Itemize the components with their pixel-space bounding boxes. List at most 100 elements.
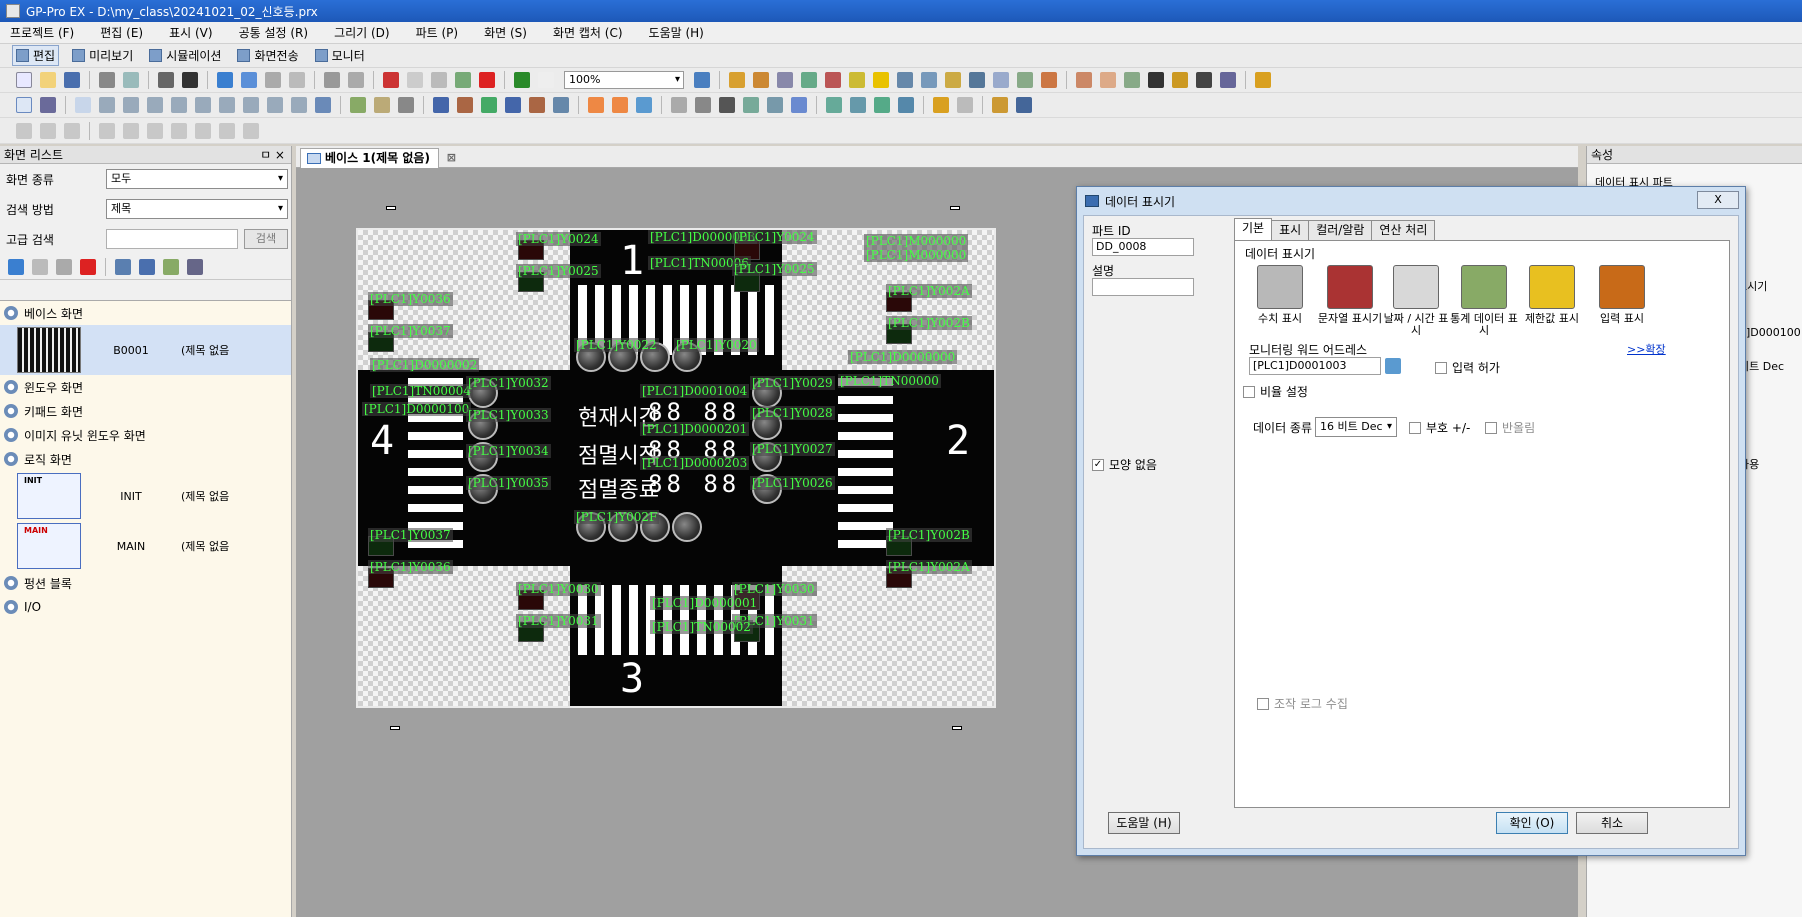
ok-button[interactable]: 확인 (O) — [1496, 812, 1568, 834]
screen-sort-icon[interactable] — [187, 258, 203, 275]
address-label[interactable]: [PLC1]Y0022 — [574, 338, 659, 352]
open-icon[interactable] — [40, 72, 56, 88]
text-icon[interactable] — [40, 97, 56, 113]
monitor-address-input[interactable]: [PLC1]D0001003 — [1249, 357, 1381, 375]
screen-doc-icon[interactable] — [874, 97, 890, 113]
instruction-icon[interactable] — [219, 122, 235, 139]
pointer-icon[interactable] — [933, 97, 949, 113]
resize-handle[interactable] — [950, 206, 960, 210]
address-label[interactable]: [PLC1]D0000100 — [362, 402, 472, 416]
scale-icon[interactable] — [243, 97, 259, 113]
new-icon[interactable] — [16, 72, 32, 88]
paste-screen-icon[interactable] — [56, 258, 72, 275]
dialog-close-button[interactable]: X — [1697, 191, 1739, 209]
menu-project[interactable]: 프로젝트 (F) — [10, 24, 74, 41]
key-icon[interactable] — [849, 72, 865, 88]
picture-icon[interactable] — [1076, 72, 1092, 88]
tools-icon[interactable] — [921, 72, 937, 88]
alarm-part-icon[interactable] — [588, 97, 604, 113]
new-screen-icon[interactable] — [8, 258, 24, 275]
select-icon[interactable] — [16, 97, 32, 113]
cancel-button[interactable]: 취소 — [1576, 812, 1648, 834]
pin-icon[interactable]: ㅁ × — [260, 146, 285, 163]
keypad-icon[interactable] — [671, 97, 687, 113]
screen-new-icon[interactable] — [217, 72, 233, 88]
address-label[interactable]: [PLC1]D0000203 — [640, 456, 750, 470]
address-label[interactable]: [PLC1]Y0030 — [732, 582, 817, 596]
menu-parts[interactable]: 파트 (P) — [416, 24, 459, 41]
tree-function-blocks[interactable]: 펑션 블록 — [0, 571, 291, 595]
log-collect-checkbox[interactable]: 조작 로그 수집 — [1257, 695, 1348, 712]
table-icon[interactable] — [315, 97, 331, 113]
info-icon[interactable] — [873, 72, 889, 88]
search-button[interactable]: 검색 — [244, 229, 288, 249]
video-icon[interactable] — [1100, 72, 1116, 88]
address-label[interactable]: [PLC1]Y0029 — [750, 376, 835, 390]
recipe-icon[interactable] — [993, 72, 1009, 88]
message-icon[interactable] — [612, 97, 628, 113]
address-label[interactable]: [PLC1]Y0025 — [516, 264, 601, 278]
tab-display[interactable]: 표시 — [1271, 220, 1310, 240]
type-limit-display[interactable]: 제한값 표시 — [1517, 265, 1587, 325]
comment-input[interactable] — [1092, 278, 1194, 296]
branch-icon[interactable] — [195, 122, 211, 139]
monitor-screen-icon[interactable] — [1220, 72, 1236, 88]
find-icon[interactable] — [158, 72, 174, 88]
graph-icon[interactable] — [457, 97, 473, 113]
logic-item-init[interactable]: INIT INIT (제목 없음 — [0, 471, 291, 521]
trend-icon[interactable] — [481, 97, 497, 113]
screen-type-select[interactable]: 모두 — [106, 169, 288, 189]
function-icon[interactable] — [243, 122, 259, 139]
screen-color-icon[interactable] — [163, 258, 179, 275]
recipe-part-icon[interactable] — [743, 97, 759, 113]
address-icon[interactable] — [777, 72, 793, 88]
redo-icon[interactable] — [348, 72, 364, 88]
screen-property-icon[interactable] — [115, 258, 131, 275]
fill-icon[interactable] — [267, 97, 283, 113]
mode-monitor-button[interactable]: 모니터 — [312, 46, 368, 65]
close-icon[interactable]: ⊠ — [447, 149, 456, 167]
address-label[interactable]: [PLC1]Y0033 — [466, 408, 551, 422]
layer-icon[interactable] — [801, 72, 817, 88]
dot-icon[interactable] — [75, 97, 91, 113]
expand-link[interactable]: >>확장 — [1627, 341, 1666, 357]
pack-icon[interactable] — [1172, 72, 1188, 88]
xy-graph-icon[interactable] — [529, 97, 545, 113]
print-preview-icon[interactable] — [123, 72, 139, 88]
rung-icon[interactable] — [171, 122, 187, 139]
advanced-search-input[interactable] — [106, 229, 238, 249]
contact-a-icon[interactable] — [99, 122, 115, 139]
type-string-display[interactable]: 문자열 표시기 — [1315, 265, 1385, 325]
address-label[interactable]: [PLC1]D0000001 — [650, 596, 760, 610]
chart-icon[interactable] — [505, 97, 521, 113]
delete-screen-icon[interactable] — [80, 258, 96, 275]
address-label[interactable]: [PLC1]TN00000 — [838, 374, 941, 388]
menu-help[interactable]: 도움말 (H) — [649, 24, 704, 41]
tools-part-icon[interactable] — [992, 97, 1008, 113]
address-label[interactable]: [PLC1]Y0028 — [750, 406, 835, 420]
doc-icon[interactable] — [1124, 72, 1140, 88]
window-part-icon[interactable] — [636, 97, 652, 113]
menu-screen[interactable]: 화면 (S) — [484, 24, 527, 41]
mode-edit-button[interactable]: 편집 — [12, 45, 60, 66]
address-label[interactable]: [PLC1]Y0034 — [466, 444, 551, 458]
picture-part-icon[interactable] — [695, 97, 711, 113]
copy-screen-icon[interactable] — [32, 258, 48, 275]
move-icon[interactable] — [553, 97, 569, 113]
type-date-time-display[interactable]: 날짜 / 시간 표시 — [1381, 265, 1451, 337]
part-id-input[interactable]: DD_0008 — [1092, 238, 1194, 256]
resize-handle[interactable] — [386, 206, 396, 210]
mode-simulation-button[interactable]: 시뮬레이션 — [146, 46, 224, 65]
flag-icon[interactable] — [1255, 72, 1271, 88]
address-label[interactable]: [PLC1]Y0031 — [516, 614, 601, 628]
data-display-icon[interactable] — [433, 97, 449, 113]
address-label[interactable]: [PLC1]Y0036 — [368, 292, 453, 306]
menu-draw[interactable]: 그리기 (D) — [334, 24, 390, 41]
data-type-select[interactable]: 16 비트 Dec — [1315, 417, 1397, 437]
contact-b-icon[interactable] — [123, 122, 139, 139]
screen-call-icon[interactable] — [826, 97, 842, 113]
tree-io[interactable]: I/O — [0, 595, 291, 619]
menu-common-settings[interactable]: 공통 설정 (R) — [239, 24, 309, 41]
coil-icon[interactable] — [147, 122, 163, 139]
tree-window-screens[interactable]: 윈도우 화면 — [0, 375, 291, 399]
